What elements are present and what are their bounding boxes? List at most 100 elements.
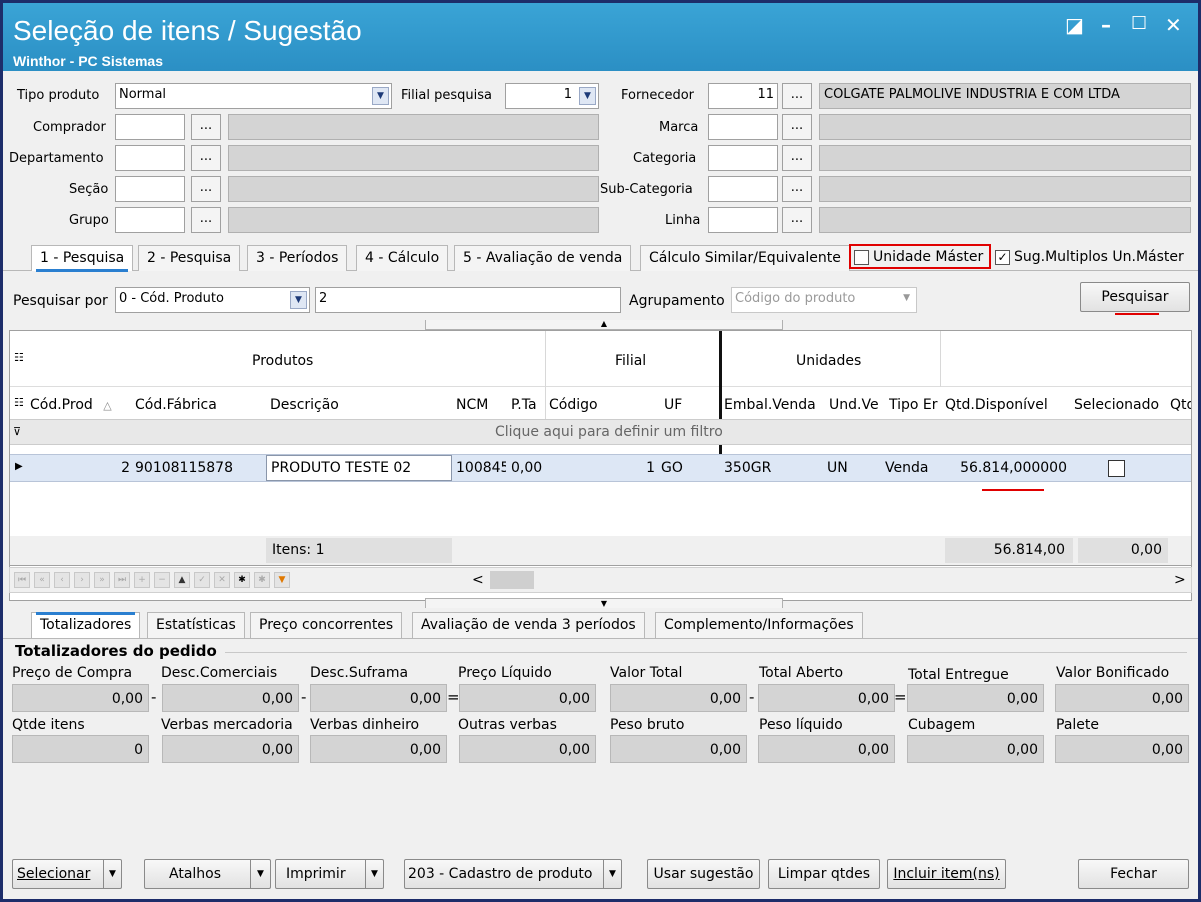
nav-bookmark-icon[interactable]: ✱ bbox=[254, 572, 270, 588]
tab-label: 5 - Avaliação de venda bbox=[463, 250, 623, 266]
chevron-down-icon[interactable]: ▼ bbox=[290, 291, 307, 309]
fechar-button[interactable]: Fechar bbox=[1078, 859, 1189, 889]
maximize-icon[interactable]: ☐ bbox=[1131, 13, 1147, 34]
restore-icon[interactable]: ◪ bbox=[1065, 13, 1084, 37]
filter-row[interactable]: ⊽ Clique aqui para definir um filtro bbox=[10, 419, 1191, 445]
chevron-down-icon[interactable]: ▼ bbox=[603, 860, 621, 888]
chevron-down-icon[interactable]: ▼ bbox=[103, 860, 121, 888]
cadastro-produto-button[interactable]: 203 - Cadastro de produto ▼ bbox=[404, 859, 622, 889]
search-input[interactable]: 2 bbox=[315, 287, 621, 313]
col-cod-fabrica[interactable]: Cód.Fábrica bbox=[135, 397, 217, 413]
marca-input[interactable] bbox=[708, 114, 778, 140]
chevron-down-icon[interactable]: ▼ bbox=[250, 860, 270, 888]
usar-sugestao-button[interactable]: Usar sugestão bbox=[647, 859, 760, 889]
tab-complemento[interactable]: Complemento/Informações bbox=[655, 612, 863, 638]
col-tipo[interactable]: Tipo Er bbox=[889, 397, 939, 413]
sug-multiplos-checkbox[interactable]: ✓ bbox=[995, 250, 1010, 265]
chevron-down-icon[interactable]: ▼ bbox=[579, 87, 596, 105]
linha-lookup-button[interactable]: ... bbox=[782, 207, 812, 233]
tab-label: 4 - Cálculo bbox=[365, 250, 440, 266]
col-cod-prod[interactable]: Cód.Prod △ bbox=[30, 397, 112, 413]
chevron-down-icon[interactable]: ▼ bbox=[365, 860, 383, 888]
limpar-qtdes-button[interactable]: Limpar qtdes bbox=[768, 859, 880, 889]
nav-first-page-icon[interactable]: ⏮ bbox=[14, 572, 30, 588]
tab-pesquisa-1[interactable]: 1 - Pesquisa bbox=[31, 245, 134, 272]
filial-pesquisa-select[interactable]: 1 ▼ bbox=[505, 83, 599, 109]
col-selecionado[interactable]: Selecionado bbox=[1074, 397, 1159, 413]
col-embal-venda[interactable]: Embal.Venda bbox=[724, 397, 816, 413]
grid-splitter-collapse-icon[interactable]: ▲ bbox=[425, 320, 783, 330]
unidade-master-checkbox[interactable] bbox=[854, 250, 869, 265]
tab-periodos[interactable]: 3 - Períodos bbox=[247, 245, 348, 271]
secao-lookup-button[interactable]: ... bbox=[191, 176, 221, 202]
scroll-right-icon[interactable]: > bbox=[1174, 572, 1186, 588]
nav-insert-icon[interactable]: + bbox=[134, 572, 150, 588]
departamento-lookup-button[interactable]: ... bbox=[191, 145, 221, 171]
total-value: 0,00 bbox=[907, 735, 1044, 763]
tab-avaliacao-3-periodos[interactable]: Avaliação de venda 3 períodos bbox=[412, 612, 645, 638]
categoria-input[interactable] bbox=[708, 145, 778, 171]
tab-calculo-similar[interactable]: Cálculo Similar/Equivalente bbox=[640, 245, 850, 271]
imprimir-button[interactable]: Imprimir ▼ bbox=[275, 859, 384, 889]
agrupamento-select[interactable]: Código do produto ▼ bbox=[731, 287, 917, 313]
filial-pesquisa-value: 1 bbox=[563, 87, 572, 102]
minimize-icon[interactable]: – bbox=[1101, 13, 1111, 37]
col-uf[interactable]: UF bbox=[664, 397, 682, 413]
horizontal-scrollbar-thumb[interactable] bbox=[490, 571, 534, 589]
chevron-down-icon[interactable]: ▼ bbox=[372, 87, 389, 105]
nav-post-icon[interactable]: ✓ bbox=[194, 572, 210, 588]
column-chooser-icon[interactable]: ☷ bbox=[14, 351, 24, 364]
marca-lookup-button[interactable]: ... bbox=[782, 114, 812, 140]
comprador-input[interactable] bbox=[115, 114, 185, 140]
nav-prior-icon[interactable]: ‹ bbox=[54, 572, 70, 588]
nav-prior-page-icon[interactable]: « bbox=[34, 572, 50, 588]
tab-avaliacao-venda[interactable]: 5 - Avaliação de venda bbox=[454, 245, 632, 271]
col-und-venda[interactable]: Und.Ve bbox=[829, 397, 884, 413]
col-codigo[interactable]: Código bbox=[549, 397, 598, 413]
subcategoria-input[interactable] bbox=[708, 176, 778, 202]
grupo-input[interactable] bbox=[115, 207, 185, 233]
pesquisar-button[interactable]: Pesquisar bbox=[1080, 282, 1190, 312]
col-ncm[interactable]: NCM bbox=[456, 397, 488, 413]
linha-input[interactable] bbox=[708, 207, 778, 233]
bottom-splitter-expand-icon[interactable]: ▼ bbox=[425, 598, 783, 608]
tipo-produto-label: Tipo produto bbox=[17, 88, 100, 103]
col-qtd[interactable]: Qtd bbox=[1170, 397, 1191, 413]
grupo-lookup-button[interactable]: ... bbox=[191, 207, 221, 233]
col-qtd-disponivel[interactable]: Qtd.Disponível bbox=[945, 397, 1048, 413]
comprador-lookup-button[interactable]: ... bbox=[191, 114, 221, 140]
col-descricao[interactable]: Descrição bbox=[270, 397, 339, 413]
selecionar-button[interactable]: Selecionar ▼ bbox=[12, 859, 122, 889]
incluir-itens-button[interactable]: Incluir item(ns) bbox=[887, 859, 1006, 889]
nav-next-icon[interactable]: › bbox=[74, 572, 90, 588]
tab-totalizadores[interactable]: Totalizadores bbox=[31, 612, 141, 638]
selecionado-checkbox[interactable] bbox=[1108, 460, 1125, 477]
atalhos-button[interactable]: Atalhos ▼ bbox=[144, 859, 271, 889]
nav-filter-icon[interactable]: ▼ bbox=[274, 572, 290, 588]
tab-preco-concorrentes[interactable]: Preço concorrentes bbox=[250, 612, 403, 638]
tab-estatisticas[interactable]: Estatísticas bbox=[147, 612, 245, 638]
tipo-produto-select[interactable]: Normal ▼ bbox=[115, 83, 392, 109]
title-bar[interactable]: Seleção de itens / Sugestão Winthor - PC… bbox=[3, 3, 1198, 71]
fornecedor-code-input[interactable]: 11 bbox=[708, 83, 778, 109]
nav-refresh-icon[interactable]: ✱ bbox=[234, 572, 250, 588]
nav-next-page-icon[interactable]: » bbox=[94, 572, 110, 588]
categoria-lookup-button[interactable]: ... bbox=[782, 145, 812, 171]
table-row[interactable]: ▶ 2 90108115878 PRODUTO TESTE 02 100845 … bbox=[10, 454, 1191, 482]
subcategoria-name-field bbox=[819, 176, 1191, 202]
col-pta[interactable]: P.Ta bbox=[511, 397, 545, 413]
secao-input[interactable] bbox=[115, 176, 185, 202]
nav-last-page-icon[interactable]: ⏭ bbox=[114, 572, 130, 588]
nav-edit-icon[interactable]: ▲ bbox=[174, 572, 190, 588]
column-chooser-icon[interactable]: ☷ bbox=[14, 396, 24, 409]
nav-cancel-icon[interactable]: ✕ bbox=[214, 572, 230, 588]
scroll-left-icon[interactable]: < bbox=[472, 572, 484, 588]
fornecedor-lookup-button[interactable]: ... bbox=[782, 83, 812, 109]
departamento-input[interactable] bbox=[115, 145, 185, 171]
pesquisar-por-select[interactable]: 0 - Cód. Produto ▼ bbox=[115, 287, 310, 313]
subcategoria-lookup-button[interactable]: ... bbox=[782, 176, 812, 202]
tab-pesquisa-2[interactable]: 2 - Pesquisa bbox=[138, 245, 241, 271]
close-icon[interactable]: ✕ bbox=[1165, 13, 1182, 37]
nav-delete-icon[interactable]: − bbox=[154, 572, 170, 588]
tab-calculo[interactable]: 4 - Cálculo bbox=[356, 245, 449, 271]
